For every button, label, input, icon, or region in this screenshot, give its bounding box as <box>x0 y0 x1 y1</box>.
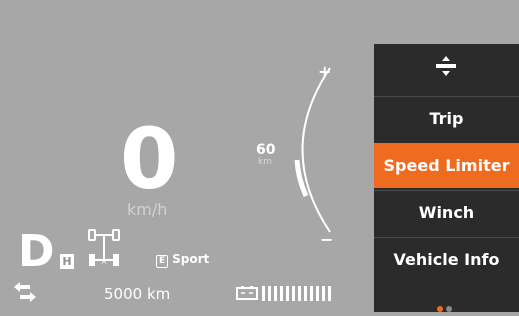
page-indicator <box>437 297 455 316</box>
battery-segment <box>286 286 289 301</box>
battery-segment <box>262 286 265 301</box>
menu-item-winch[interactable]: Winch <box>374 190 519 235</box>
speed-limit-marker <box>294 159 309 198</box>
decrease-limit-icon[interactable]: − <box>320 230 333 249</box>
speed-unit-label: km/h <box>127 200 168 219</box>
swap-arrows-icon <box>14 282 36 302</box>
page-dot <box>446 306 452 312</box>
speed-limit-arc <box>294 67 331 233</box>
speed-limit-value: 60 <box>256 142 276 158</box>
battery-segment <box>274 286 277 301</box>
battery-segment <box>316 286 319 301</box>
battery-segment <box>268 286 271 301</box>
battery-level-bars <box>262 286 331 301</box>
battery-icon <box>236 286 258 300</box>
page-dot-active <box>437 306 443 312</box>
battery-segment <box>298 286 301 301</box>
odometer-readout: 5000 km <box>104 285 171 303</box>
increase-limit-icon[interactable]: + <box>318 62 331 81</box>
battery-segment <box>322 286 325 301</box>
menu-item-trip[interactable]: Trip <box>374 96 519 141</box>
battery-segment <box>280 286 283 301</box>
battery-segment <box>292 286 295 301</box>
battery-segment <box>304 286 307 301</box>
scroll-handle-icon[interactable] <box>374 44 519 94</box>
menu-item-vehicle-info[interactable]: Vehicle Info <box>374 237 519 282</box>
gear-indicator: D <box>18 226 55 277</box>
gear-range-badge: H <box>60 254 74 269</box>
drive-mode-label: Sport <box>172 252 210 266</box>
battery-segment <box>328 286 331 301</box>
speed-limit-unit: km <box>258 157 272 167</box>
menu-item-speed-limiter[interactable]: Speed Limiter <box>374 143 519 188</box>
svg-text:×: × <box>100 257 108 267</box>
four-wheel-drive-icon: × <box>88 229 120 267</box>
side-menu: Trip Speed Limiter Winch Vehicle Info <box>374 44 519 312</box>
drive-mode: E Sport <box>156 252 209 268</box>
eco-mode-icon: E <box>156 255 169 268</box>
speed-readout: 0 <box>120 110 178 208</box>
battery-segment <box>310 286 313 301</box>
